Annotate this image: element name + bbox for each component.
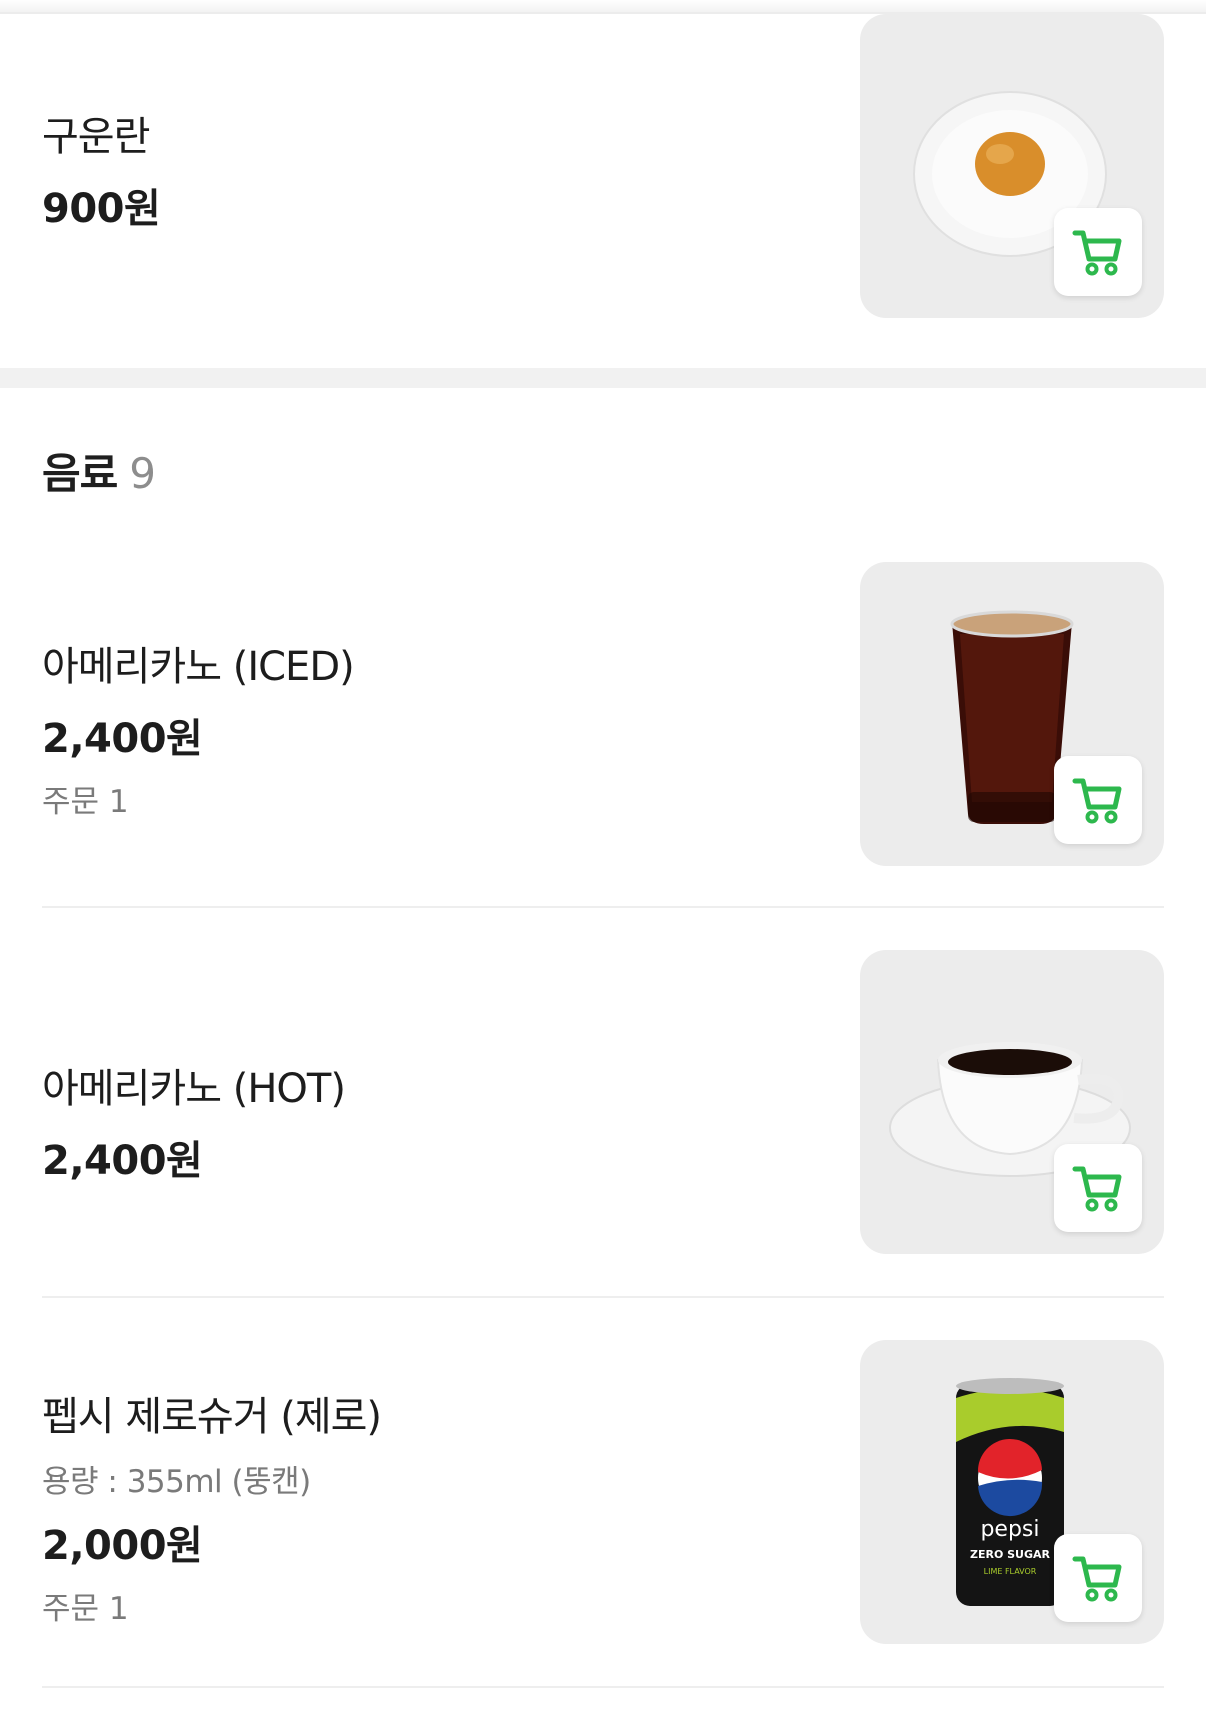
item-divider [42,1296,1164,1298]
section-count: 9 [129,449,156,498]
menu-item-americano-hot[interactable]: 아메리카노 (HOT) 2,400원 [0,948,1206,1268]
item-price: 900원 [42,186,161,232]
add-to-cart-button[interactable] [1054,1144,1142,1232]
item-divider [42,906,1164,908]
item-name: 아메리카노 (HOT) [42,1066,346,1112]
cart-icon [1072,778,1122,824]
item-divider [42,1686,1164,1688]
section-header: 음료 9 [42,440,156,501]
item-image[interactable] [860,950,1164,1254]
add-to-cart-button[interactable] [1054,208,1142,296]
item-price: 2,400원 [42,716,203,762]
cart-icon [1072,1556,1122,1602]
pepsi-zero-text: ZERO SUGAR [970,1548,1051,1561]
cart-icon [1072,1166,1122,1212]
add-to-cart-button[interactable] [1054,1534,1142,1622]
item-price: 2,400원 [42,1138,203,1184]
menu-item-boiled-egg[interactable]: 구운란 900원 [0,0,1206,360]
section-title: 음료 [42,449,118,498]
item-image[interactable] [860,562,1164,866]
item-image[interactable]: pepsi ZERO SUGAR LIME FLAVOR [860,1340,1164,1644]
item-order-count: 주문 1 [42,1591,129,1627]
pepsi-brand-text: pepsi [980,1517,1039,1542]
cart-icon [1072,230,1122,276]
menu-item-pepsi-zero[interactable]: 펩시 제로슈거 (제로) 용량 : 355ml (뚱캔) 2,000원 주문 1… [0,1338,1206,1678]
item-order-count: 주문 1 [42,784,129,820]
add-to-cart-button[interactable] [1054,756,1142,844]
item-price: 2,000원 [42,1523,203,1569]
item-name: 아메리카노 (ICED) [42,644,355,690]
section-separator [0,368,1206,388]
pepsi-flavor-text: LIME FLAVOR [984,1567,1037,1576]
item-description: 용량 : 355ml (뚱캔) [42,1464,311,1500]
item-name: 구운란 [42,114,150,160]
item-image[interactable] [860,14,1164,318]
menu-item-americano-iced[interactable]: 아메리카노 (ICED) 2,400원 주문 1 [0,560,1206,890]
item-name: 펩시 제로슈거 (제로) [42,1394,382,1440]
